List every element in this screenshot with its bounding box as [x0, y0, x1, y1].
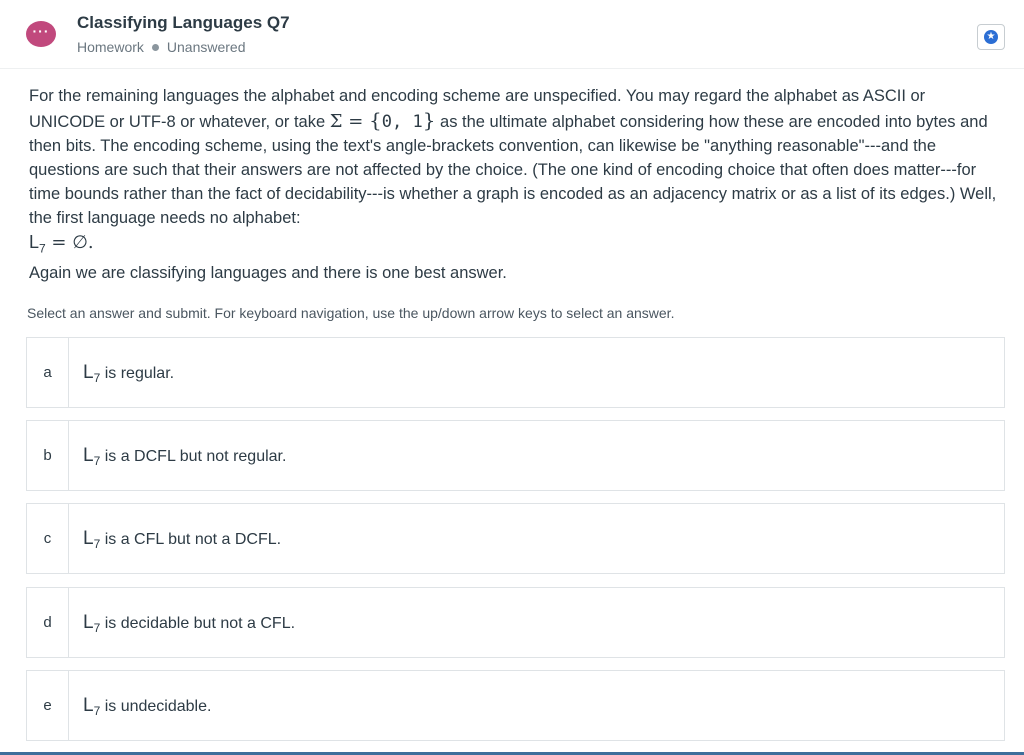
set-open-brace: { — [369, 108, 382, 132]
language-symbol: L — [29, 232, 40, 252]
option-text: L7 is regular. — [83, 338, 174, 407]
sigma-symbol: Σ — [329, 111, 343, 132]
option-label: is a CFL but not a DCFL. — [100, 531, 282, 548]
question-header: ··· Classifying Languages Q7 Homework Una… — [0, 0, 1024, 68]
star-icon: ★ — [984, 30, 998, 44]
option-label: is undecidable. — [100, 698, 212, 715]
option-letter: e — [27, 671, 69, 740]
question-paragraph: For the remaining languages the alphabet… — [29, 84, 1004, 230]
answer-option-d[interactable]: d L7 is decidable but not a CFL. — [26, 587, 1005, 658]
equals-sign: = — [342, 111, 370, 132]
question-title: Classifying Languages Q7 — [77, 13, 290, 32]
option-letter: b — [27, 421, 69, 490]
language-definition-rest: = ∅. — [45, 232, 94, 253]
option-language-symbol: L — [83, 612, 94, 633]
question-meta: Homework Unanswered — [77, 39, 246, 55]
question-body: For the remaining languages the alphabet… — [29, 84, 1004, 285]
header-divider — [0, 68, 1024, 69]
set-close-brace: } — [422, 108, 436, 132]
answer-option-b[interactable]: b L7 is a DCFL but not regular. — [26, 420, 1005, 491]
option-text: L7 is a CFL but not a DCFL. — [83, 504, 281, 573]
language-subscript: 7 — [39, 241, 46, 256]
set-content: 0, 1 — [381, 112, 423, 132]
answer-option-a[interactable]: a L7 is regular. — [26, 337, 1005, 408]
option-language-symbol: L — [83, 362, 94, 383]
bookmark-button[interactable]: ★ — [977, 24, 1005, 50]
option-letter: a — [27, 338, 69, 407]
option-text: L7 is undecidable. — [83, 671, 211, 740]
option-language-symbol: L — [83, 528, 94, 549]
question-status: Unanswered — [166, 39, 246, 55]
answer-instructions: Select an answer and submit. For keyboar… — [27, 305, 675, 321]
language-definition: L7 = ∅. — [29, 230, 1004, 261]
more-options-icon[interactable]: ··· — [26, 21, 56, 47]
option-letter: d — [27, 588, 69, 657]
answer-option-e[interactable]: e L7 is undecidable. — [26, 670, 1005, 741]
answer-option-c[interactable]: c L7 is a CFL but not a DCFL. — [26, 503, 1005, 574]
option-language-symbol: L — [83, 695, 94, 716]
option-text: L7 is decidable but not a CFL. — [83, 588, 295, 657]
option-text: L7 is a DCFL but not regular. — [83, 421, 286, 490]
option-label: is decidable but not a CFL. — [100, 615, 296, 632]
question-type: Homework — [77, 39, 144, 55]
option-label: is regular. — [100, 365, 175, 382]
option-language-symbol: L — [83, 445, 94, 466]
option-label: is a DCFL but not regular. — [100, 448, 287, 465]
separator-dot — [151, 43, 159, 51]
question-closing: Again we are classifying languages and t… — [29, 263, 507, 282]
option-letter: c — [27, 504, 69, 573]
